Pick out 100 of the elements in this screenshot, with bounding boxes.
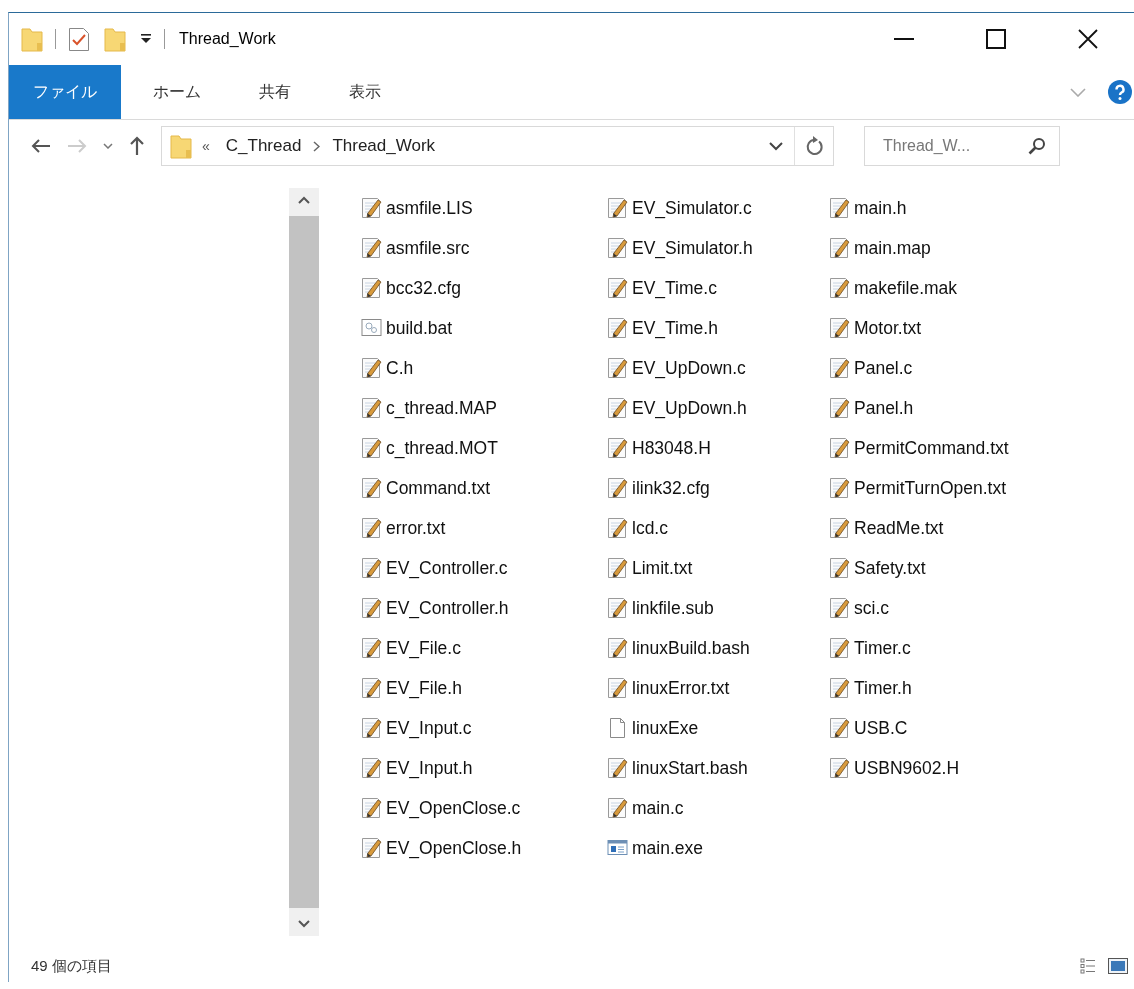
file-item[interactable]: main.h: [829, 188, 1109, 228]
file-item[interactable]: PermitTurnOpen.txt: [829, 468, 1109, 508]
file-item[interactable]: EV_File.h: [361, 668, 607, 708]
text-file-icon: [361, 637, 382, 659]
text-file-icon: [829, 757, 850, 779]
search-icon[interactable]: [1028, 137, 1046, 155]
file-item[interactable]: EV_File.c: [361, 628, 607, 668]
file-item[interactable]: c_thread.MOT: [361, 428, 607, 468]
text-file-icon: [829, 277, 850, 299]
item-count: 49 個の項目: [31, 956, 112, 976]
text-file-icon: [361, 717, 382, 739]
file-item[interactable]: sci.c: [829, 588, 1109, 628]
file-item[interactable]: EV_Time.h: [607, 308, 829, 348]
file-item[interactable]: main.map: [829, 228, 1109, 268]
file-item[interactable]: asmfile.src: [361, 228, 607, 268]
chevron-down-icon: [103, 143, 113, 149]
file-item[interactable]: makefile.mak: [829, 268, 1109, 308]
text-file-icon: [607, 197, 628, 219]
text-file-icon: [829, 197, 850, 219]
file-item[interactable]: linuxError.txt: [607, 668, 829, 708]
file-item[interactable]: main.c: [607, 788, 829, 828]
file-item[interactable]: error.txt: [361, 508, 607, 548]
file-item[interactable]: Timer.c: [829, 628, 1109, 668]
minimize-icon: [894, 38, 914, 40]
text-file-icon: [829, 357, 850, 379]
file-item[interactable]: ilink32.cfg: [607, 468, 829, 508]
file-item[interactable]: EV_Controller.h: [361, 588, 607, 628]
file-item[interactable]: ReadMe.txt: [829, 508, 1109, 548]
customize-toolbar-icon[interactable]: [140, 34, 152, 44]
file-item[interactable]: linuxStart.bash: [607, 748, 829, 788]
file-item[interactable]: Limit.txt: [607, 548, 829, 588]
text-file-icon: [829, 597, 850, 619]
file-item[interactable]: linuxExe: [607, 708, 829, 748]
file-item[interactable]: Panel.c: [829, 348, 1109, 388]
maximize-icon: [986, 29, 1006, 49]
file-item[interactable]: H83048.H: [607, 428, 829, 468]
file-item[interactable]: Safety.txt: [829, 548, 1109, 588]
file-item[interactable]: linuxBuild.bash: [607, 628, 829, 668]
text-file-icon: [607, 677, 628, 699]
file-item[interactable]: EV_Simulator.h: [607, 228, 829, 268]
file-item[interactable]: C.h: [361, 348, 607, 388]
file-item[interactable]: EV_Simulator.c: [607, 188, 829, 228]
text-file-icon: [361, 797, 382, 819]
file-item[interactable]: Motor.txt: [829, 308, 1109, 348]
file-item[interactable]: c_thread.MAP: [361, 388, 607, 428]
ribbon-tab[interactable]: 表示: [327, 65, 403, 119]
up-arrow-icon: [129, 136, 145, 156]
text-file-icon: [607, 557, 628, 579]
file-item[interactable]: EV_Time.c: [607, 268, 829, 308]
text-file-icon: [361, 837, 382, 859]
file-item[interactable]: Timer.h: [829, 668, 1109, 708]
file-item[interactable]: EV_UpDown.h: [607, 388, 829, 428]
file-item[interactable]: EV_Controller.c: [361, 548, 607, 588]
file-item[interactable]: linkfile.sub: [607, 588, 829, 628]
file-item[interactable]: build.bat: [361, 308, 607, 348]
ribbon-tab[interactable]: ファイル: [9, 65, 121, 119]
file-item[interactable]: EV_OpenClose.h: [361, 828, 607, 868]
text-file-icon: [607, 517, 628, 539]
file-item[interactable]: EV_OpenClose.c: [361, 788, 607, 828]
help-icon[interactable]: [1108, 80, 1132, 104]
large-icons-view-icon[interactable]: [1108, 958, 1128, 974]
file-item[interactable]: asmfile.LIS: [361, 188, 607, 228]
file-item[interactable]: EV_Input.c: [361, 708, 607, 748]
overflow-crumb[interactable]: «: [202, 138, 210, 154]
details-view-icon[interactable]: [1080, 958, 1096, 974]
file-item[interactable]: USB.C: [829, 708, 1109, 748]
text-file-icon: [361, 197, 382, 219]
file-item[interactable]: main.exe: [607, 828, 829, 868]
text-file-icon: [607, 317, 628, 339]
text-file-icon: [829, 717, 850, 739]
file-item[interactable]: Panel.h: [829, 388, 1109, 428]
text-file-icon: [361, 437, 382, 459]
text-file-icon: [361, 397, 382, 419]
text-file-icon: [361, 757, 382, 779]
text-file-icon: [829, 237, 850, 259]
file-item[interactable]: PermitCommand.txt: [829, 428, 1109, 468]
search-field[interactable]: Thread_W...: [864, 126, 1060, 166]
text-file-icon: [607, 477, 628, 499]
text-file-icon: [361, 517, 382, 539]
file-item[interactable]: Command.txt: [361, 468, 607, 508]
address-bar[interactable]: « C_Thread Thread_Work: [161, 126, 834, 166]
ribbon-tab[interactable]: 共有: [237, 65, 313, 119]
file-item[interactable]: lcd.c: [607, 508, 829, 548]
breadcrumb[interactable]: Thread_Work: [326, 136, 442, 156]
breadcrumb[interactable]: C_Thread: [219, 136, 308, 156]
text-file-icon: [361, 677, 382, 699]
file-item[interactable]: bcc32.cfg: [361, 268, 607, 308]
checked-document-icon[interactable]: [68, 26, 90, 52]
text-file-icon: [829, 477, 850, 499]
file-item[interactable]: USBN9602.H: [829, 748, 1109, 788]
file-item[interactable]: EV_UpDown.c: [607, 348, 829, 388]
text-file-icon: [829, 637, 850, 659]
chevron-right-icon[interactable]: [313, 140, 321, 152]
text-file-icon: [361, 237, 382, 259]
ribbon-tab[interactable]: ホーム: [131, 65, 223, 119]
chevron-down-icon: [298, 920, 310, 928]
file-item[interactable]: EV_Input.h: [361, 748, 607, 788]
folder-icon: [170, 133, 192, 159]
text-file-icon: [607, 277, 628, 299]
text-file-icon: [361, 597, 382, 619]
